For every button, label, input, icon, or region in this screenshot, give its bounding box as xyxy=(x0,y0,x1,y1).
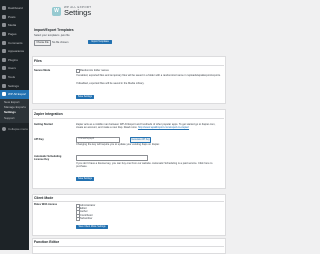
getting-started-label: Getting Started xyxy=(34,123,53,126)
client-mode-heading: Client Mode xyxy=(34,196,53,200)
sidebar-item-tools[interactable]: Tools xyxy=(0,73,29,82)
plugin-logo-icon: W xyxy=(52,7,61,16)
files-heading: Files xyxy=(34,59,42,63)
wrench-icon xyxy=(2,75,6,79)
collapse-icon xyxy=(2,127,6,131)
submenu-support[interactable]: Support xyxy=(0,116,29,121)
no-file-chosen-text: No file chosen xyxy=(52,41,68,44)
sidebar-item-settings[interactable]: Settings xyxy=(0,81,29,90)
auto-scheduling-label: Automatic Scheduling License Key xyxy=(34,155,64,161)
api-key-input[interactable]: H74SbPWj3qJ5 xyxy=(76,137,120,143)
sidebar-item-media[interactable]: Media xyxy=(0,21,29,30)
comment-icon xyxy=(2,41,6,45)
randomize-folder-label: Randomize folder names xyxy=(80,69,109,72)
roles-with-access-label: Roles With Access xyxy=(34,203,57,206)
sidebar-item-wp-all-export[interactable]: WP All Export xyxy=(0,90,29,99)
role-label: Subscriber xyxy=(80,217,92,220)
plugin-header: W WP ALL EXPORT Settings xyxy=(52,5,91,17)
media-icon xyxy=(2,23,6,27)
sidebar-item-comments[interactable]: Comments xyxy=(0,38,29,47)
user-icon xyxy=(2,66,6,70)
template-file-hint: Select your template's .json file xyxy=(34,34,70,37)
function-editor-heading: Function Editor xyxy=(34,240,59,244)
sidebar-item-plugins[interactable]: Plugins xyxy=(0,56,29,65)
sidebar-item-pages[interactable]: Pages xyxy=(0,30,29,39)
api-key-hint: Changing the key will require you to upd… xyxy=(76,143,160,146)
sidebar-item-users[interactable]: Users xyxy=(0,64,29,73)
save-client-mode-button[interactable]: Save Client Mode Settings xyxy=(76,225,108,229)
choose-file-button[interactable]: Choose File xyxy=(34,40,51,46)
export-icon xyxy=(2,92,6,96)
secure-mode-label: Secure Mode xyxy=(34,69,50,72)
zapier-card xyxy=(32,109,226,189)
page-icon xyxy=(2,32,6,36)
sidebar-item-posts[interactable]: Posts xyxy=(0,13,29,22)
brush-icon xyxy=(2,49,6,53)
api-key-label: API Key xyxy=(34,138,44,141)
sidebar-item-appearance[interactable]: Appearance xyxy=(0,47,29,56)
plugin-icon xyxy=(2,58,6,62)
getting-started-text: Zapier acts as a middle man between WP A… xyxy=(76,123,222,129)
dashboard-icon xyxy=(2,6,6,10)
files-card xyxy=(32,56,226,104)
page-title: Settings xyxy=(64,9,91,17)
settings-icon xyxy=(2,84,6,88)
collapse-menu-button[interactable]: Collapse menu xyxy=(0,125,29,132)
secure-mode-desc-enabled: If enabled, exported files and temporary… xyxy=(76,74,222,77)
zapier-heading: Zapier Integration xyxy=(34,112,63,116)
pin-icon xyxy=(2,15,6,19)
zapier-save-settings-button[interactable]: Save Settings xyxy=(76,177,94,181)
license-key-input[interactable] xyxy=(76,155,148,161)
import-export-heading: Import/Export Templates xyxy=(34,28,74,32)
sidebar-item-dashboard[interactable]: Dashboard xyxy=(0,4,29,13)
auto-scheduling-text: If you don't have a license key, you can… xyxy=(76,162,222,168)
zapier-read-more-link[interactable]: http://www.wpallimport.com/export-to-zap… xyxy=(138,126,189,129)
sidebar-submenu: New Export Manage Exports Settings Suppo… xyxy=(0,99,29,124)
admin-sidebar: Dashboard Posts Media Pages Comments App… xyxy=(0,0,29,250)
import-templates-button[interactable]: Import Templates xyxy=(88,40,112,44)
files-save-settings-button[interactable]: Save Settings xyxy=(76,95,94,99)
secure-mode-desc-disabled: If disabled, exported files will be save… xyxy=(76,82,144,85)
